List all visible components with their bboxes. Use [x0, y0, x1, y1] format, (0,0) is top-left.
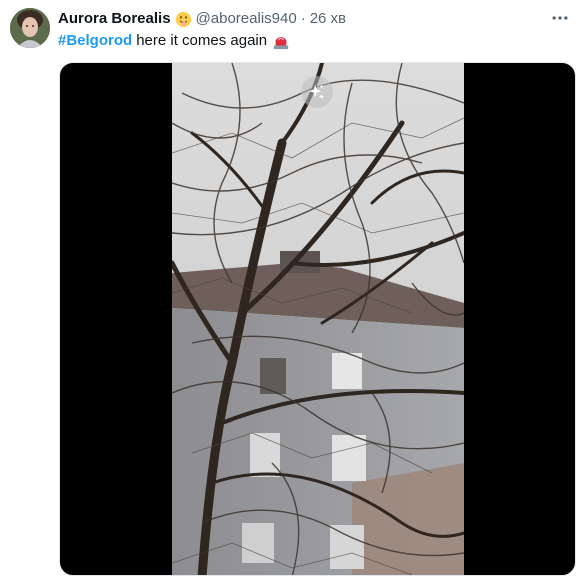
tweet-card[interactable]: Aurora Borealis @aborealis940 · 26 хв #B… [0, 0, 586, 578]
display-name[interactable]: Aurora Borealis [58, 9, 171, 29]
more-options-icon[interactable] [548, 8, 572, 28]
police-siren-emoji-icon [272, 32, 290, 50]
video-player[interactable] [59, 62, 576, 576]
sparkle-icon [301, 76, 333, 108]
tweet-header: Aurora Borealis @aborealis940 · 26 хв [58, 9, 346, 29]
video-frame [172, 63, 464, 575]
tweet-text: #Belgorod here it comes again [58, 31, 290, 51]
hashtag-link[interactable]: #Belgorod [58, 31, 132, 51]
tweet-body: here it comes again [136, 32, 268, 49]
timestamp[interactable]: 26 хв [310, 9, 346, 29]
shushing-face-emoji-icon [175, 11, 192, 28]
user-handle[interactable]: @aborealis940 [196, 9, 297, 29]
separator-dot: · [300, 10, 306, 27]
avatar[interactable] [10, 8, 50, 48]
